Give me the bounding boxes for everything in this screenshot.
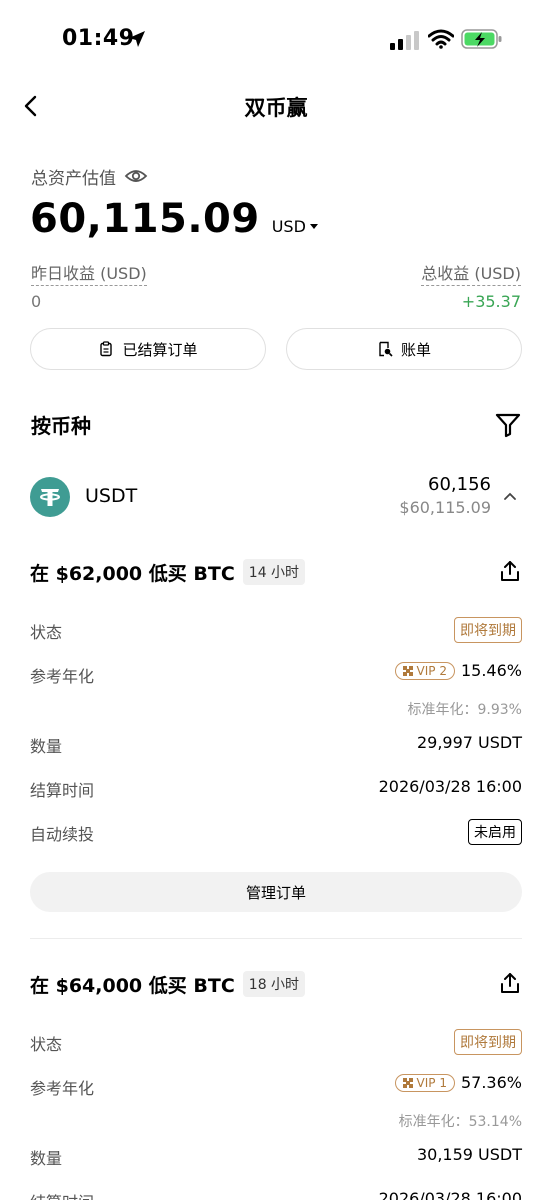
x-logo-icon [402, 665, 413, 676]
apy-value: 57.36% [460, 1073, 522, 1092]
yesterday-earnings-value: 0 [31, 292, 42, 311]
settlement-time-label: 结算时间 [30, 781, 95, 800]
settlement-time-label: 结算时间 [30, 1189, 94, 1200]
location-arrow-icon [129, 31, 145, 47]
quantity-label: 数量 [30, 1149, 63, 1168]
coin-usd-value: $60,115.09 [399, 498, 491, 517]
status-label: 状态 [30, 1035, 63, 1054]
bill-label: 账单 [400, 340, 431, 359]
x-logo-icon [402, 1077, 413, 1088]
total-assets-header: 总资产估值 [31, 162, 148, 190]
caret-down-icon [309, 224, 318, 229]
total-earnings-label[interactable]: 总收益 (USD) [421, 260, 521, 286]
status-label: 状态 [30, 623, 63, 642]
total-assets-label: 总资产估值 [31, 168, 116, 189]
action-buttons: 已结算订单 账单 [30, 328, 522, 370]
order-header: 在 $62,000 低买 BTC 14 小时 [30, 555, 522, 589]
filter-icon[interactable] [495, 412, 521, 438]
standard-apy: 标准年化：53.14% [398, 1114, 522, 1130]
auto-reinvest-row: 自动续投 未启用 [30, 809, 522, 853]
apy-value-group: VIP 1 57.36% [394, 1073, 522, 1092]
share-icon[interactable] [498, 559, 522, 583]
standard-apy-row: 标准年化：53.14% [30, 1107, 522, 1133]
status-row: 状态 即将到期 [30, 607, 522, 651]
bill-button[interactable]: 账单 [286, 328, 522, 370]
status-time: 01:49 [62, 26, 135, 51]
standard-apy-row: 标准年化：9.93% [30, 695, 522, 721]
status-row: 状态 即将到期 [30, 1019, 522, 1063]
share-icon[interactable] [498, 971, 522, 995]
chevron-up-icon[interactable] [502, 488, 518, 504]
clipboard-icon [100, 341, 113, 357]
settlement-time-row: 结算时间 2026/03/28 16:00 [30, 1177, 522, 1200]
vip-badge[interactable]: VIP 1 [394, 1073, 455, 1092]
settled-orders-label: 已结算订单 [122, 340, 198, 359]
order-duration-tag: 14 小时 [242, 559, 306, 585]
coin-row-usdt[interactable]: USDT 60,156 $60,115.09 [30, 474, 522, 520]
wifi-icon [428, 29, 454, 49]
cellular-signal-icon [390, 31, 419, 50]
status-bar: 01:49 [0, 0, 552, 80]
bill-search-icon [379, 341, 393, 357]
order-duration-tag: 18 小时 [242, 971, 306, 997]
apy-row: 参考年化 VIP 1 57.36% [30, 1063, 522, 1107]
coin-amount: 60,156 [428, 474, 491, 495]
auto-reinvest-badge[interactable]: 未启用 [468, 819, 522, 845]
order-header: 在 $64,000 低买 BTC 18 小时 [30, 967, 522, 1001]
total-earnings-value: +35.37 [461, 292, 521, 311]
yesterday-earnings-label[interactable]: 昨日收益 (USD) [31, 260, 147, 286]
apy-value: 15.46% [460, 661, 522, 680]
status-badge: 即将到期 [454, 1029, 522, 1055]
vip-level: VIP 2 [416, 663, 447, 678]
apy-label: 参考年化 [30, 667, 95, 686]
settlement-time-row: 结算时间 2026/03/28 16:00 [30, 765, 522, 809]
status-badge: 即将到期 [454, 617, 522, 643]
order-title: 在 $62,000 低买 BTC [30, 562, 235, 585]
total-assets-value-row: 60,115.09 USD [30, 196, 318, 242]
eye-icon[interactable] [124, 164, 148, 188]
currency-selector[interactable]: USD [272, 217, 318, 236]
page-title: 双币赢 [244, 96, 308, 120]
section-title-by-coin: 按币种 [31, 414, 91, 438]
quantity-row: 数量 30,159 USDT [30, 1133, 522, 1177]
vip-badge[interactable]: VIP 2 [394, 661, 455, 680]
apy-value-group: VIP 2 15.46% [394, 661, 522, 680]
auto-reinvest-label: 自动续投 [30, 825, 95, 844]
coin-name: USDT [85, 485, 138, 507]
battery-charging-icon [461, 29, 502, 49]
settled-orders-button[interactable]: 已结算订单 [30, 328, 266, 370]
vip-level: VIP 1 [416, 1075, 447, 1090]
settlement-time-value: 2026/03/28 16:00 [378, 1189, 522, 1200]
yesterday-earnings: 昨日收益 (USD) 0 [31, 260, 147, 311]
standard-apy: 标准年化：9.93% [407, 702, 522, 718]
order-title: 在 $64,000 低买 BTC [30, 974, 235, 997]
divider [30, 938, 522, 939]
total-assets-value: 60,115.09 [30, 196, 260, 242]
nav-bar: 双币赢 [0, 80, 552, 132]
usdt-logo-icon [30, 477, 70, 517]
settlement-time-value: 2026/03/28 16:00 [378, 777, 522, 796]
order-card: 在 $62,000 低买 BTC 14 小时 状态 即将到期 参考年化 VIP … [30, 555, 522, 912]
currency-label: USD [271, 217, 306, 236]
quantity-value: 29,997 USDT [416, 733, 522, 752]
apy-row: 参考年化 VIP 2 15.46% [30, 651, 522, 695]
order-card: 在 $64,000 低买 BTC 18 小时 状态 即将到期 参考年化 VIP … [30, 967, 522, 1200]
quantity-label: 数量 [30, 737, 63, 756]
total-earnings: 总收益 (USD) +35.37 [421, 260, 521, 311]
quantity-row: 数量 29,997 USDT [30, 721, 522, 765]
quantity-value: 30,159 USDT [416, 1145, 522, 1164]
apy-label: 参考年化 [30, 1079, 95, 1098]
manage-order-button[interactable]: 管理订单 [30, 872, 522, 912]
